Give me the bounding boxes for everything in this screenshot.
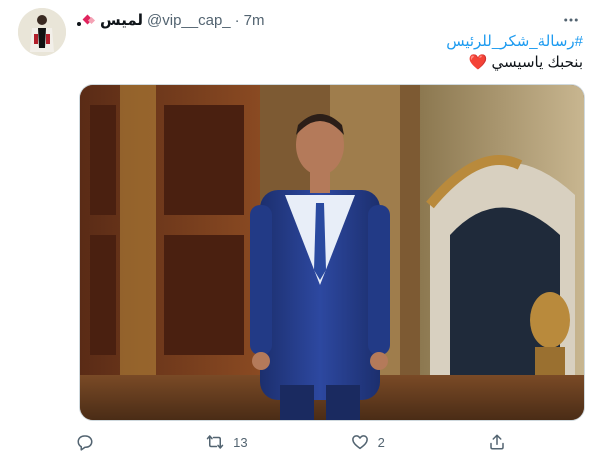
avatar[interactable] (18, 8, 66, 56)
avatar-image (18, 8, 66, 56)
retweet-button[interactable]: 13 (206, 433, 248, 451)
photo-illustration (80, 85, 584, 420)
reply-icon (77, 435, 93, 451)
like-count: 2 (377, 434, 385, 450)
tweet-time[interactable]: 7m (244, 12, 265, 29)
like-button[interactable]: 2 (351, 433, 385, 451)
dots-diamond-icon (77, 14, 96, 26)
tweet[interactable]: لميس @vip__cap_ · 7m #رسالة_شكر_للرئيس ب… (0, 0, 603, 455)
name-decoration (76, 13, 96, 27)
tweet-body-text: بنحبك ياسيسي (491, 54, 583, 71)
tweet-header: لميس @vip__cap_ · 7m (76, 10, 563, 30)
reply-button[interactable] (76, 433, 103, 451)
hashtag-link[interactable]: #رسالة_شكر_للرئيس (76, 32, 583, 52)
tweet-text: #رسالة_شكر_للرئيس بنحبك ياسيسي ❤️ (76, 32, 583, 74)
tweet-actions: 13 2 (76, 428, 506, 456)
share-icon (490, 434, 504, 450)
share-button[interactable] (488, 433, 506, 451)
meta-separator: · (234, 11, 240, 29)
more-icon (564, 18, 578, 22)
retweet-count: 13 (233, 434, 248, 450)
heart-icon (351, 435, 368, 450)
tweet-body: بنحبك ياسيسي ❤️ (76, 52, 583, 74)
heart-emoji: ❤️ (468, 54, 488, 71)
tweet-photo[interactable] (79, 84, 585, 421)
retweet-icon (206, 435, 224, 449)
author-name[interactable]: لميس (100, 11, 143, 29)
author-handle[interactable]: @vip__cap_ (147, 12, 231, 29)
more-button[interactable] (559, 8, 583, 32)
